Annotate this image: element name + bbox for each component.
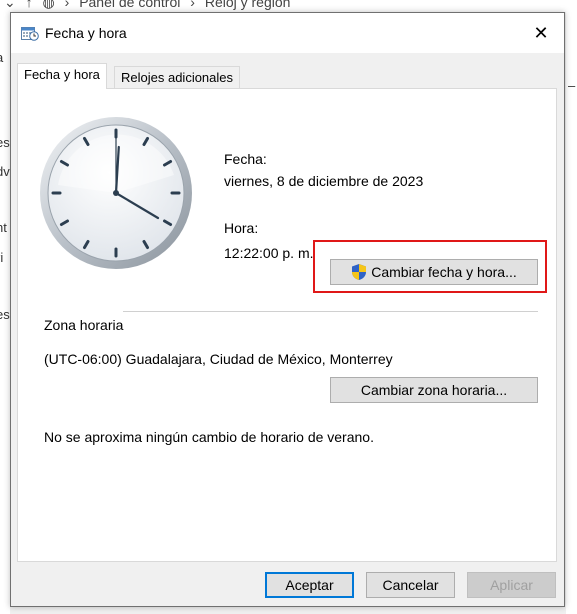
- title-bar[interactable]: Fecha y hora ✕: [11, 13, 564, 53]
- tab-panel: Fecha: viernes, 8 de diciembre de 2023 H…: [17, 88, 557, 562]
- apply-button[interactable]: Aplicar: [467, 572, 556, 598]
- background-text-fragment: a: [0, 50, 3, 65]
- background-text-fragment: ri: [0, 250, 4, 265]
- background-right-strip: –: [566, 12, 577, 614]
- cancel-button[interactable]: Cancelar: [366, 572, 455, 598]
- breadcrumb-clock-region: Reloj y región: [204, 0, 291, 10]
- background-left-strip: a es dv nt ri j es: [0, 12, 10, 614]
- date-label: Fecha:: [224, 151, 267, 167]
- background-text-fragment: nt: [0, 220, 7, 235]
- uac-shield-icon: [352, 264, 367, 280]
- calendar-clock-icon: [21, 27, 39, 41]
- close-icon: ✕: [533, 22, 549, 43]
- dst-message: No se aproxima ningún cambio de horario …: [44, 429, 374, 445]
- timezone-group-divider: [123, 311, 538, 312]
- date-value: viernes, 8 de diciembre de 2023: [224, 173, 424, 189]
- background-control-panel-bar: ⌄ ↑ ◍ › Panel de control › Reloj y regió…: [0, 0, 577, 12]
- background-text-fragment: es: [0, 135, 10, 150]
- control-panel-icon: ◍: [42, 0, 55, 10]
- up-arrow-icon: ↑: [25, 0, 33, 10]
- breadcrumb-control-panel: Panel de control: [79, 0, 181, 10]
- background-text-fragment: –: [568, 78, 576, 93]
- time-value: 12:22:00 p. m.: [224, 245, 314, 261]
- time-label: Hora:: [224, 220, 259, 236]
- date-time-dialog: Fecha y hora ✕ Fecha y hora Relojes adic…: [10, 12, 565, 607]
- close-button[interactable]: ✕: [518, 13, 564, 53]
- timezone-group-label: Zona horaria: [44, 317, 124, 333]
- tab-additional-clocks[interactable]: Relojes adicionales: [114, 66, 241, 88]
- change-date-time-label: Cambiar fecha y hora...: [371, 264, 517, 280]
- breadcrumb-separator-icon: ›: [64, 0, 70, 10]
- chevron-down-icon: ⌄: [4, 0, 16, 10]
- tab-date-time[interactable]: Fecha y hora: [17, 63, 107, 89]
- background-text-fragment: es: [0, 307, 10, 322]
- change-timezone-button[interactable]: Cambiar zona horaria...: [330, 377, 538, 403]
- background-text-fragment: dv: [0, 164, 10, 179]
- accept-button[interactable]: Aceptar: [265, 572, 354, 598]
- timezone-value: (UTC-06:00) Guadalajara, Ciudad de Méxic…: [44, 351, 393, 367]
- analog-clock-icon: [40, 117, 192, 269]
- breadcrumb-separator-icon: ›: [190, 0, 195, 10]
- change-date-time-button[interactable]: Cambiar fecha y hora...: [330, 259, 538, 285]
- dialog-title: Fecha y hora: [45, 25, 127, 41]
